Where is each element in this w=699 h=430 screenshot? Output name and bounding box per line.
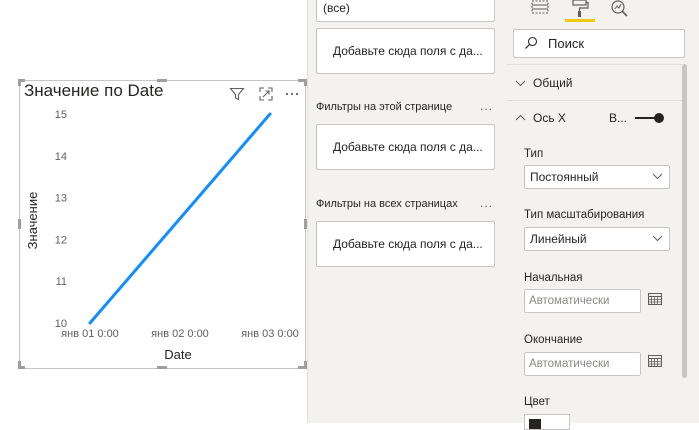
calendar-icon[interactable]: [647, 353, 663, 369]
section-general-label: Общий: [533, 76, 573, 90]
chart-plot: 101112131415янв 01 0:00 янв 02 0:00 янв 03…: [25, 109, 299, 362]
divider: [507, 64, 683, 65]
y-tick-label: 13: [55, 193, 67, 205]
x-tick-label: янв 03 0:00: [241, 328, 299, 340]
add-field-page-drop[interactable]: Добавьте сюда поля с да...: [316, 124, 495, 170]
calendar-icon[interactable]: [647, 291, 663, 307]
color-swatch: [529, 419, 541, 429]
search-icon: [525, 36, 538, 49]
add-field-visual-drop[interactable]: Добавьте сюда поля с да...: [316, 28, 495, 74]
add-field-all-drop[interactable]: Добавьте сюда поля с да...: [316, 221, 495, 267]
series-line: [88, 112, 272, 325]
format-pane-scrollbar[interactable]: [682, 64, 687, 378]
x-axis-toggle-text: В...: [609, 111, 628, 125]
x-tick-label: янв 01 0:00: [61, 328, 119, 340]
scale-type-value: Линейный: [530, 232, 587, 246]
section-x-axis-label: Ось X: [533, 111, 566, 125]
y-tick-label: 14: [55, 151, 67, 163]
filter-value: (все): [323, 1, 350, 15]
all-pages-filters-more-button[interactable]: ...: [480, 196, 493, 210]
start-placeholder: Автоматически: [529, 295, 610, 307]
add-field-label: Добавьте сюда поля с да...: [333, 140, 483, 154]
all-pages-filters-header: Фильтры на всех страницах: [316, 198, 458, 210]
start-input[interactable]: Автоматически: [524, 289, 641, 313]
y-tick-label: 12: [55, 234, 67, 246]
y-tick-label: 11: [56, 276, 67, 288]
chevron-up-icon: [515, 114, 526, 121]
y-axis-title: Значение: [25, 192, 40, 250]
section-general[interactable]: Общий: [507, 66, 683, 100]
filter-card[interactable]: (все): [316, 0, 495, 22]
x-axis-title: Date: [164, 347, 191, 362]
format-paint-roller-icon[interactable]: [570, 0, 590, 18]
chevron-down-icon: [652, 173, 663, 180]
color-label: Цвет: [524, 396, 550, 408]
format-pane: Поиск Общий Ось X В... Тип Постоянный Ти…: [507, 0, 699, 430]
axis-type-select[interactable]: Постоянный: [524, 165, 670, 189]
y-tick-label: 15: [55, 109, 67, 121]
filters-pane: (все) Добавьте сюда поля с да... Фильтры…: [307, 0, 509, 423]
page-filters-header: Фильтры на этой странице: [316, 101, 453, 113]
add-field-label: Добавьте сюда поля с да...: [333, 237, 483, 251]
end-placeholder: Автоматически: [529, 358, 610, 370]
end-input[interactable]: Автоматически: [524, 352, 641, 376]
chevron-down-icon: [515, 80, 526, 87]
report-canvas: Значение по Date 10 11 12 13 14 15 янв 01 0:00…: [0, 0, 307, 423]
start-label: Начальная: [524, 272, 583, 284]
scale-type-select[interactable]: Линейный: [524, 227, 670, 251]
color-picker[interactable]: [524, 414, 570, 430]
chevron-down-icon: [652, 235, 663, 242]
active-tab-indicator: [565, 19, 595, 22]
x-axis-toggle[interactable]: [633, 112, 667, 124]
fields-tab-icon[interactable]: [530, 0, 550, 16]
section-x-axis[interactable]: Ось X В...: [507, 101, 683, 135]
add-field-label: Добавьте сюда поля с да...: [333, 44, 483, 58]
line-chart-visual[interactable]: Значение по Date 10 11 12 13 14 15 янв 01 0:00…: [18, 79, 307, 369]
search-placeholder: Поиск: [548, 36, 585, 51]
axis-type-value: Постоянный: [530, 170, 599, 184]
page-filters-more-button[interactable]: ...: [480, 99, 493, 113]
scale-type-label: Тип масштабирования: [524, 209, 645, 221]
type-label: Тип: [524, 148, 544, 160]
format-search-input[interactable]: Поиск: [513, 29, 685, 58]
analytics-tab-icon[interactable]: [609, 0, 629, 18]
x-tick-label: янв 02 0:00: [151, 328, 209, 340]
end-label: Окончание: [524, 334, 583, 346]
